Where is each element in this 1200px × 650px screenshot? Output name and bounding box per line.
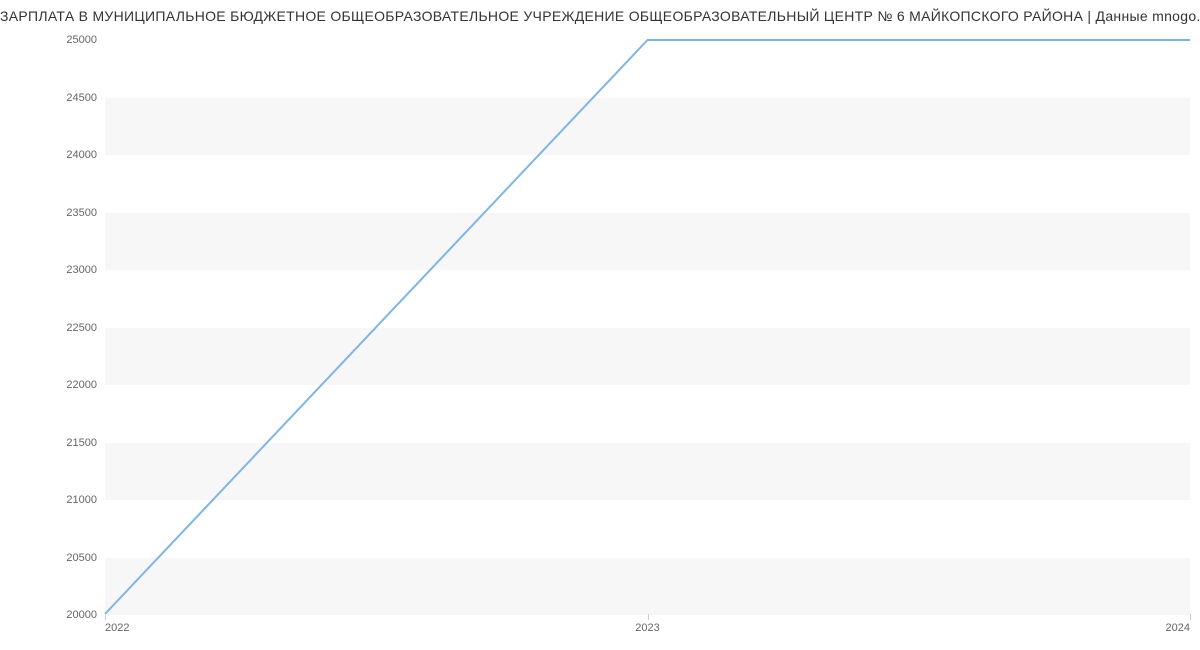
y-axis-tick: 20000	[55, 609, 97, 621]
chart-container: ЗАРПЛАТА В МУНИЦИПАЛЬНОЕ БЮДЖЕТНОЕ ОБЩЕО…	[0, 0, 1200, 650]
y-axis-tick: 20500	[55, 552, 97, 564]
y-axis-tick: 23500	[55, 207, 97, 219]
y-axis-tick: 23000	[55, 264, 97, 276]
chart-title: ЗАРПЛАТА В МУНИЦИПАЛЬНОЕ БЮДЖЕТНОЕ ОБЩЕО…	[0, 0, 1200, 32]
x-axis-tick-mark	[1190, 614, 1191, 620]
x-axis-tick-mark	[648, 614, 649, 620]
x-axis-tick: 2023	[635, 622, 659, 634]
y-axis-tick: 22000	[55, 379, 97, 391]
data-line	[105, 40, 1190, 614]
x-axis-tick: 2022	[105, 622, 129, 634]
y-axis-tick: 21500	[55, 437, 97, 449]
y-axis-tick: 24000	[55, 149, 97, 161]
y-axis-tick: 24500	[55, 92, 97, 104]
y-axis-tick: 25000	[55, 34, 97, 46]
x-axis-tick: 2024	[1166, 622, 1190, 634]
y-axis-tick: 21000	[55, 494, 97, 506]
y-axis-tick: 22500	[55, 322, 97, 334]
plot-area: 2000020500210002150022000225002300023500…	[105, 40, 1190, 615]
chart-svg	[105, 40, 1190, 614]
x-axis-tick-mark	[105, 614, 106, 620]
